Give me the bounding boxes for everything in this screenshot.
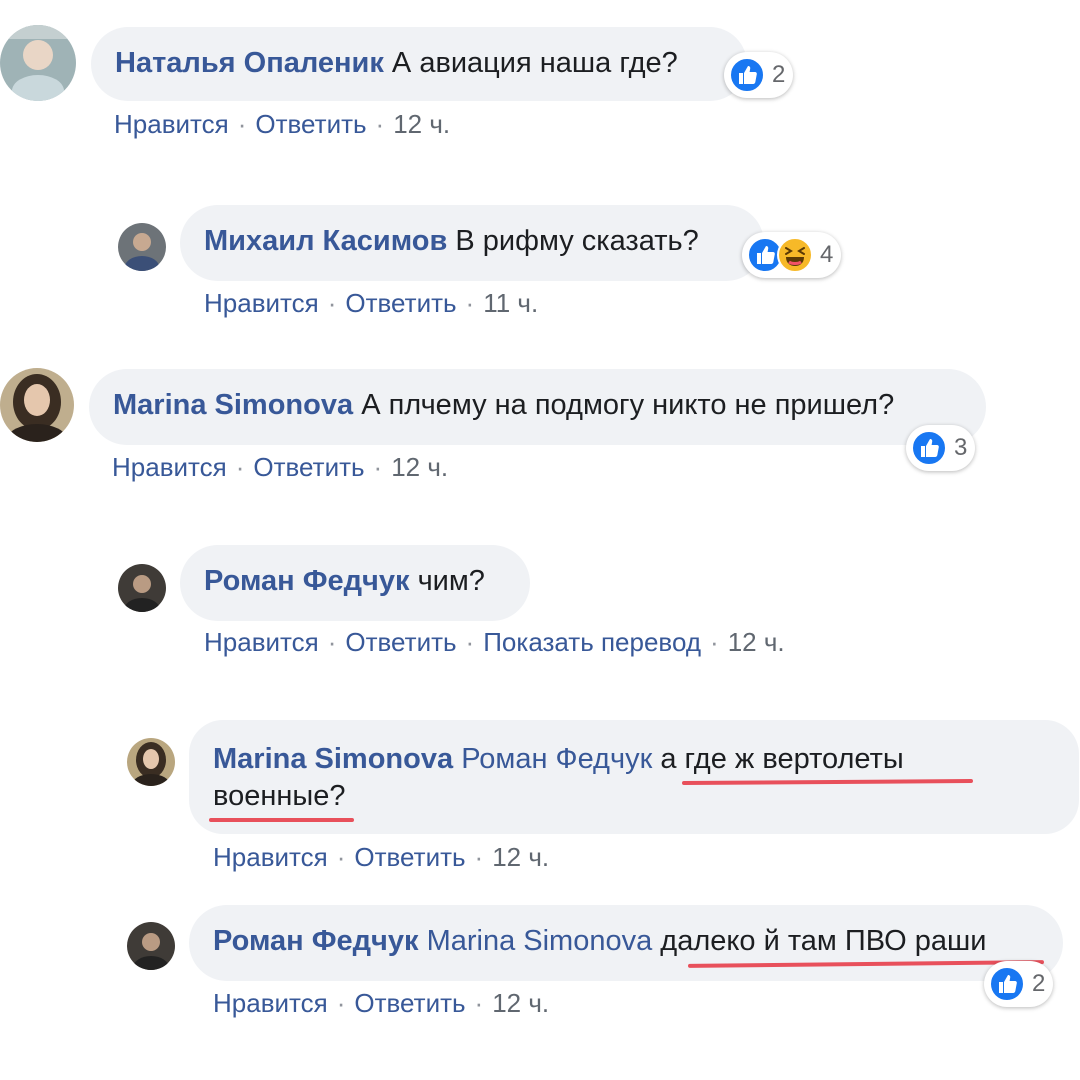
reaction-count: 3 bbox=[954, 434, 968, 461]
avatar[interactable] bbox=[118, 564, 166, 612]
like-icon bbox=[729, 57, 765, 93]
comment-text: А плчему на подмогу никто не пришел? bbox=[361, 389, 895, 421]
mention-link[interactable]: Marina Simonova bbox=[427, 925, 653, 957]
avatar[interactable] bbox=[0, 368, 74, 442]
comment-bubble: Наталья Опаленик А авиация наша где? bbox=[91, 27, 747, 101]
like-link[interactable]: Нравится bbox=[213, 988, 328, 1018]
separator: · bbox=[373, 452, 383, 482]
avatar[interactable] bbox=[127, 922, 175, 970]
highlight-underline bbox=[209, 818, 354, 822]
comment-author[interactable]: Михаил Касимов bbox=[204, 225, 447, 257]
like-icon bbox=[989, 966, 1025, 1002]
reaction-summary[interactable]: 3 bbox=[906, 425, 976, 471]
separator: · bbox=[336, 842, 346, 872]
reaction-summary[interactable]: 2 bbox=[984, 961, 1054, 1007]
comment-line: Marina Simonova Роман Федчук а где ж вер… bbox=[213, 740, 1055, 778]
comment-actions: Нравится · Ответить · 12 ч. bbox=[114, 109, 450, 140]
separator: · bbox=[474, 842, 484, 872]
comment-actions: Нравится · Ответить · 12 ч. bbox=[213, 988, 549, 1019]
reaction-summary[interactable]: 4 bbox=[742, 232, 842, 278]
separator: · bbox=[474, 988, 484, 1018]
like-link[interactable]: Нравится bbox=[204, 627, 319, 657]
like-link[interactable]: Нравится bbox=[213, 842, 328, 872]
avatar[interactable] bbox=[127, 738, 175, 786]
separator: · bbox=[237, 109, 247, 139]
reaction-count: 4 bbox=[820, 241, 834, 268]
comment-actions: Нравится · Ответить · Показать перевод · 12 ч. bbox=[204, 627, 785, 658]
comment-author[interactable]: Наталья Опаленик bbox=[115, 47, 384, 79]
comment-actions: Нравится · Ответить · 11 ч. bbox=[204, 288, 538, 319]
reply-link[interactable]: Ответить bbox=[253, 452, 364, 482]
comment-bubble: Роман Федчук Marina Simonova далеко й та… bbox=[189, 905, 1063, 981]
comment-text: а где ж вертолеты bbox=[660, 743, 904, 775]
comment-author[interactable]: Роман Федчук bbox=[213, 925, 419, 957]
avatar[interactable] bbox=[118, 223, 166, 271]
separator: · bbox=[235, 452, 245, 482]
timestamp[interactable]: 12 ч. bbox=[728, 627, 785, 657]
reply-link[interactable]: Ответить bbox=[345, 627, 456, 657]
reaction-count: 2 bbox=[1032, 970, 1046, 997]
separator: · bbox=[336, 988, 346, 1018]
comment-text: В рифму сказать? bbox=[455, 225, 699, 257]
comment-bubble: Marina Simonova А плчему на подмогу никт… bbox=[89, 369, 986, 445]
timestamp[interactable]: 12 ч. bbox=[492, 988, 549, 1018]
reaction-summary[interactable]: 2 bbox=[724, 52, 794, 98]
comment-bubble: Роман Федчук чим? bbox=[180, 545, 530, 621]
reply-link[interactable]: Ответить bbox=[255, 109, 366, 139]
separator: · bbox=[465, 627, 475, 657]
separator: · bbox=[327, 288, 337, 318]
timestamp[interactable]: 11 ч. bbox=[483, 288, 538, 318]
separator: · bbox=[710, 627, 719, 657]
timestamp[interactable]: 12 ч. bbox=[393, 109, 450, 139]
avatar[interactable] bbox=[0, 25, 76, 101]
comment-text: далеко й там ПВО раши bbox=[660, 925, 987, 957]
show-translation-link[interactable]: Показать перевод bbox=[483, 627, 701, 657]
separator: · bbox=[375, 109, 385, 139]
comment-author[interactable]: Marina Simonova bbox=[213, 743, 453, 775]
timestamp[interactable]: 12 ч. bbox=[492, 842, 549, 872]
reply-link[interactable]: Ответить bbox=[354, 988, 465, 1018]
comment-bubble: Михаил Касимов В рифму сказать? bbox=[180, 205, 764, 281]
timestamp[interactable]: 12 ч. bbox=[391, 452, 448, 482]
separator: · bbox=[465, 288, 475, 318]
like-icon bbox=[911, 430, 947, 466]
like-link[interactable]: Нравится bbox=[114, 109, 229, 139]
comment-author[interactable]: Marina Simonova bbox=[113, 389, 353, 421]
haha-icon bbox=[777, 237, 813, 273]
like-link[interactable]: Нравится bbox=[112, 452, 227, 482]
comment-text: чим? bbox=[417, 565, 485, 597]
comment-actions: Нравится · Ответить · 12 ч. bbox=[213, 842, 549, 873]
reply-link[interactable]: Ответить bbox=[354, 842, 465, 872]
comment-author[interactable]: Роман Федчук bbox=[204, 565, 410, 597]
comment-text: А авиация наша где? bbox=[391, 47, 678, 79]
reply-link[interactable]: Ответить bbox=[345, 288, 456, 318]
mention-link[interactable]: Роман Федчук bbox=[461, 743, 652, 775]
like-link[interactable]: Нравится bbox=[204, 288, 319, 318]
reaction-count: 2 bbox=[772, 61, 786, 88]
comment-actions: Нравится · Ответить · 12 ч. bbox=[112, 452, 448, 483]
comment-bubble: Marina Simonova Роман Федчук а где ж вер… bbox=[189, 720, 1079, 834]
separator: · bbox=[327, 627, 337, 657]
